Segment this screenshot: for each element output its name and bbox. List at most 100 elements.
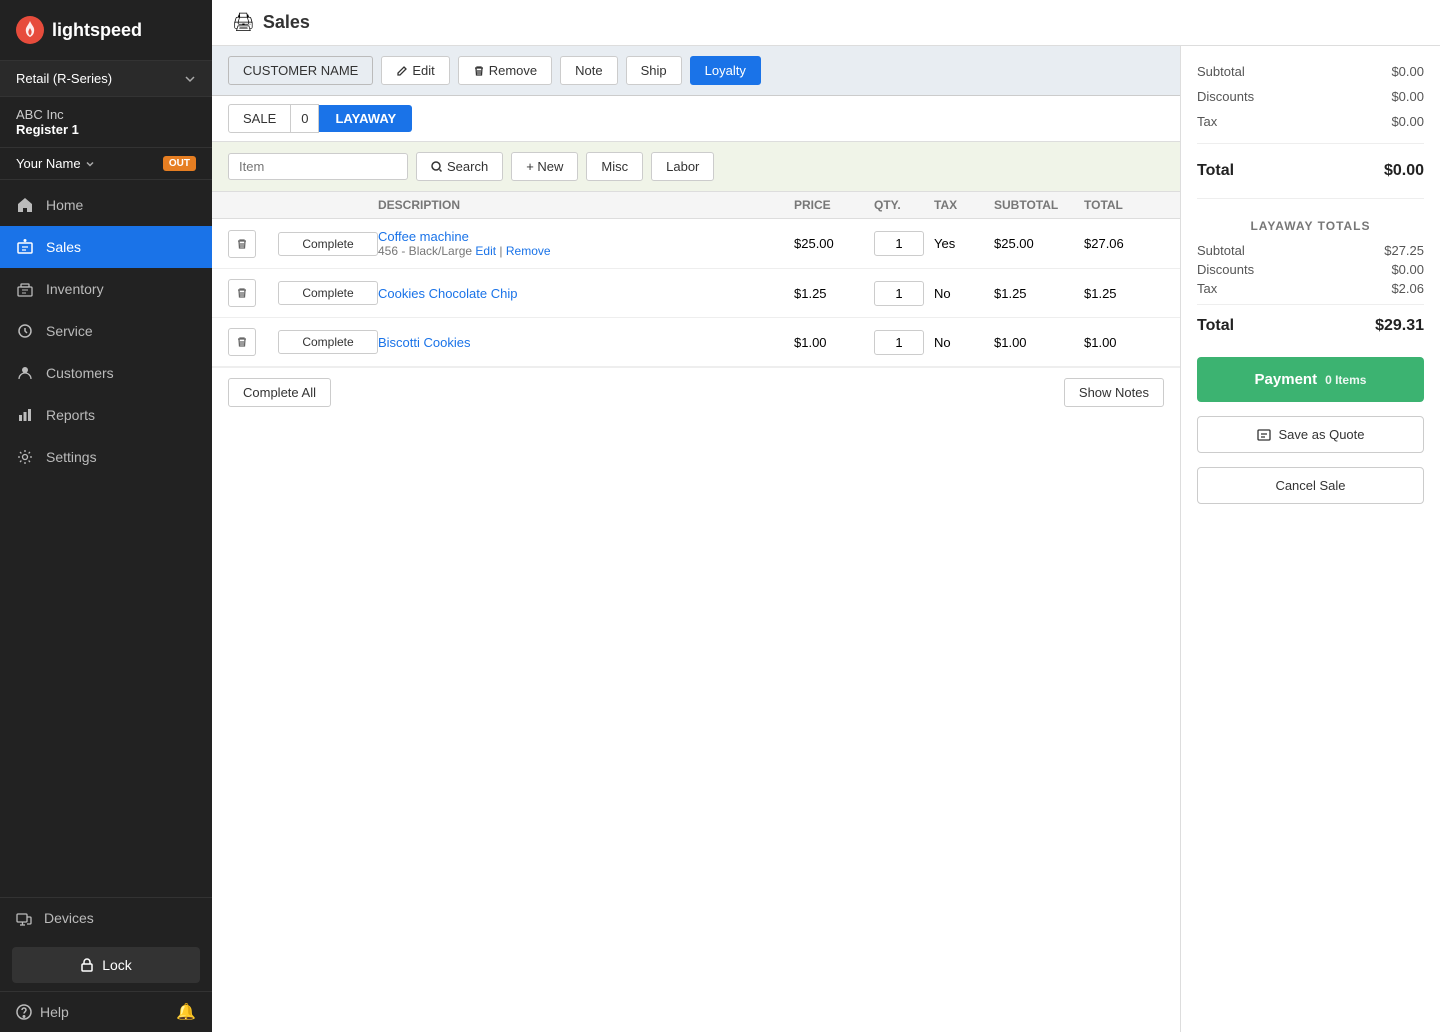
tabs-bar: SALE 0 LAYAWAY bbox=[212, 96, 1180, 142]
main: 🖨 Sales CUSTOMER NAME Edit Remove bbox=[212, 0, 1440, 1032]
table-row: Complete Coffee machine 456 - Black/Larg… bbox=[212, 219, 1180, 269]
sidebar-item-label: Customers bbox=[46, 365, 114, 381]
right-panel: Subtotal $0.00 Discounts $0.00 Tax $0.00… bbox=[1180, 46, 1440, 1032]
customers-icon bbox=[16, 364, 34, 382]
divider bbox=[1197, 143, 1424, 144]
delete-button[interactable] bbox=[228, 230, 256, 258]
divider bbox=[1197, 304, 1424, 305]
layaway-totals-title: LAYAWAY TOTALS bbox=[1197, 219, 1424, 233]
ship-button[interactable]: Ship bbox=[626, 56, 682, 85]
devices-label: Devices bbox=[44, 910, 94, 926]
total-row: Total $0.00 bbox=[1197, 156, 1424, 186]
sidebar-item-label: Reports bbox=[46, 407, 95, 423]
total-label: Total bbox=[1197, 162, 1234, 180]
notification-bell-icon[interactable]: 🔔 bbox=[176, 1002, 196, 1022]
item-input[interactable] bbox=[239, 159, 339, 174]
quantity-input[interactable] bbox=[874, 281, 924, 306]
items-table: Complete Coffee machine 456 - Black/Larg… bbox=[212, 219, 1180, 1032]
save-as-quote-button[interactable]: Save as Quote bbox=[1197, 416, 1424, 453]
complete-button[interactable]: Complete bbox=[278, 232, 378, 256]
loyalty-button[interactable]: Loyalty bbox=[690, 56, 761, 85]
item-tax: No bbox=[934, 335, 994, 350]
new-button[interactable]: + New bbox=[511, 152, 578, 181]
sidebar-item-home[interactable]: Home bbox=[0, 184, 212, 226]
edit-button[interactable]: Edit bbox=[381, 56, 449, 85]
sales-icon bbox=[16, 238, 34, 256]
note-button[interactable]: Note bbox=[560, 56, 617, 85]
sidebar-item-customers[interactable]: Customers bbox=[0, 352, 212, 394]
register-name: Register 1 bbox=[16, 122, 196, 137]
lock-button[interactable]: Lock bbox=[12, 947, 200, 983]
logo-text: lightspeed bbox=[52, 20, 142, 41]
table-row: Complete Cookies Chocolate Chip $1.25 No… bbox=[212, 269, 1180, 318]
sidebar-bottom: Devices Lock Help 🔔 bbox=[0, 897, 212, 1032]
table-footer: Complete All Show Notes bbox=[212, 367, 1180, 417]
delete-button[interactable] bbox=[228, 279, 256, 307]
sidebar-item-settings[interactable]: Settings bbox=[0, 436, 212, 478]
item-subtotal: $25.00 bbox=[994, 236, 1084, 251]
sidebar-item-service[interactable]: Service bbox=[0, 310, 212, 352]
divider bbox=[1197, 198, 1424, 199]
item-description: Biscotti Cookies bbox=[378, 335, 794, 350]
customer-name-button[interactable]: CUSTOMER NAME bbox=[228, 56, 373, 85]
trash-icon bbox=[236, 238, 248, 250]
sale-tab[interactable]: SALE bbox=[228, 104, 291, 133]
misc-button[interactable]: Misc bbox=[586, 152, 643, 181]
user-row: Your Name OUT bbox=[0, 148, 212, 180]
subtotal-row: Subtotal $0.00 bbox=[1197, 62, 1424, 81]
remove-button[interactable]: Remove bbox=[458, 56, 552, 85]
sale-tab-count[interactable]: 0 bbox=[291, 104, 319, 133]
item-total: $1.00 bbox=[1084, 335, 1164, 350]
item-description: Cookies Chocolate Chip bbox=[378, 286, 794, 301]
help-row: Help 🔔 bbox=[0, 991, 212, 1032]
top-bar: 🖨 Sales bbox=[212, 0, 1440, 46]
lay-total-label: Total bbox=[1197, 317, 1234, 335]
home-icon bbox=[16, 196, 34, 214]
layaway-tab[interactable]: LAYAWAY bbox=[319, 105, 412, 132]
item-name[interactable]: Biscotti Cookies bbox=[378, 335, 794, 350]
item-total: $27.06 bbox=[1084, 236, 1164, 251]
sidebar-item-inventory[interactable]: Inventory bbox=[0, 268, 212, 310]
discounts-row: Discounts $0.00 bbox=[1197, 87, 1424, 106]
sidebar-item-label: Service bbox=[46, 323, 93, 339]
help-icon bbox=[16, 1004, 32, 1020]
remove-link[interactable]: Remove bbox=[506, 244, 551, 258]
payment-button[interactable]: Payment 0 Items bbox=[1197, 357, 1424, 402]
sidebar-item-sales[interactable]: Sales bbox=[0, 226, 212, 268]
item-name[interactable]: Cookies Chocolate Chip bbox=[378, 286, 794, 301]
edit-link[interactable]: Edit bbox=[475, 244, 496, 258]
discounts-value: $0.00 bbox=[1391, 89, 1424, 104]
sidebar-item-reports[interactable]: Reports bbox=[0, 394, 212, 436]
lay-discounts-row: Discounts $0.00 bbox=[1197, 260, 1424, 279]
store-selector[interactable]: Retail (R-Series) bbox=[0, 61, 212, 97]
search-button[interactable]: Search bbox=[416, 152, 503, 181]
sidebar-item-label: Home bbox=[46, 197, 83, 213]
user-name[interactable]: Your Name bbox=[16, 156, 95, 171]
item-description: Coffee machine 456 - Black/Large Edit | … bbox=[378, 229, 794, 258]
labor-button[interactable]: Labor bbox=[651, 152, 714, 181]
sidebar-item-devices[interactable]: Devices bbox=[0, 898, 212, 939]
complete-button[interactable]: Complete bbox=[278, 330, 378, 354]
show-notes-button[interactable]: Show Notes bbox=[1064, 378, 1164, 407]
lay-total-row: Total $29.31 bbox=[1197, 311, 1424, 341]
quantity-input[interactable] bbox=[874, 231, 924, 256]
lay-subtotal-value: $27.25 bbox=[1384, 243, 1424, 258]
logo: lightspeed bbox=[0, 0, 212, 61]
sales-panel: CUSTOMER NAME Edit Remove Note Ship Loya… bbox=[212, 46, 1180, 1032]
lay-discounts-value: $0.00 bbox=[1391, 262, 1424, 277]
delete-button[interactable] bbox=[228, 328, 256, 356]
chevron-down-icon bbox=[85, 159, 95, 169]
help-link[interactable]: Help bbox=[16, 1004, 69, 1020]
chevron-down-icon bbox=[184, 73, 196, 85]
table-header: DESCRIPTION PRICE QTY. TAX SUBTOTAL TOTA… bbox=[212, 192, 1180, 219]
item-name[interactable]: Coffee machine bbox=[378, 229, 794, 244]
search-bar: Search + New Misc Labor bbox=[212, 142, 1180, 192]
subtotal-label: Subtotal bbox=[1197, 64, 1245, 79]
complete-all-button[interactable]: Complete All bbox=[228, 378, 331, 407]
customer-bar: CUSTOMER NAME Edit Remove Note Ship Loya… bbox=[212, 46, 1180, 96]
quantity-input[interactable] bbox=[874, 330, 924, 355]
complete-button[interactable]: Complete bbox=[278, 281, 378, 305]
col-qty: QTY. bbox=[874, 198, 934, 212]
cancel-sale-button[interactable]: Cancel Sale bbox=[1197, 467, 1424, 504]
lay-tax-row: Tax $2.06 bbox=[1197, 279, 1424, 298]
